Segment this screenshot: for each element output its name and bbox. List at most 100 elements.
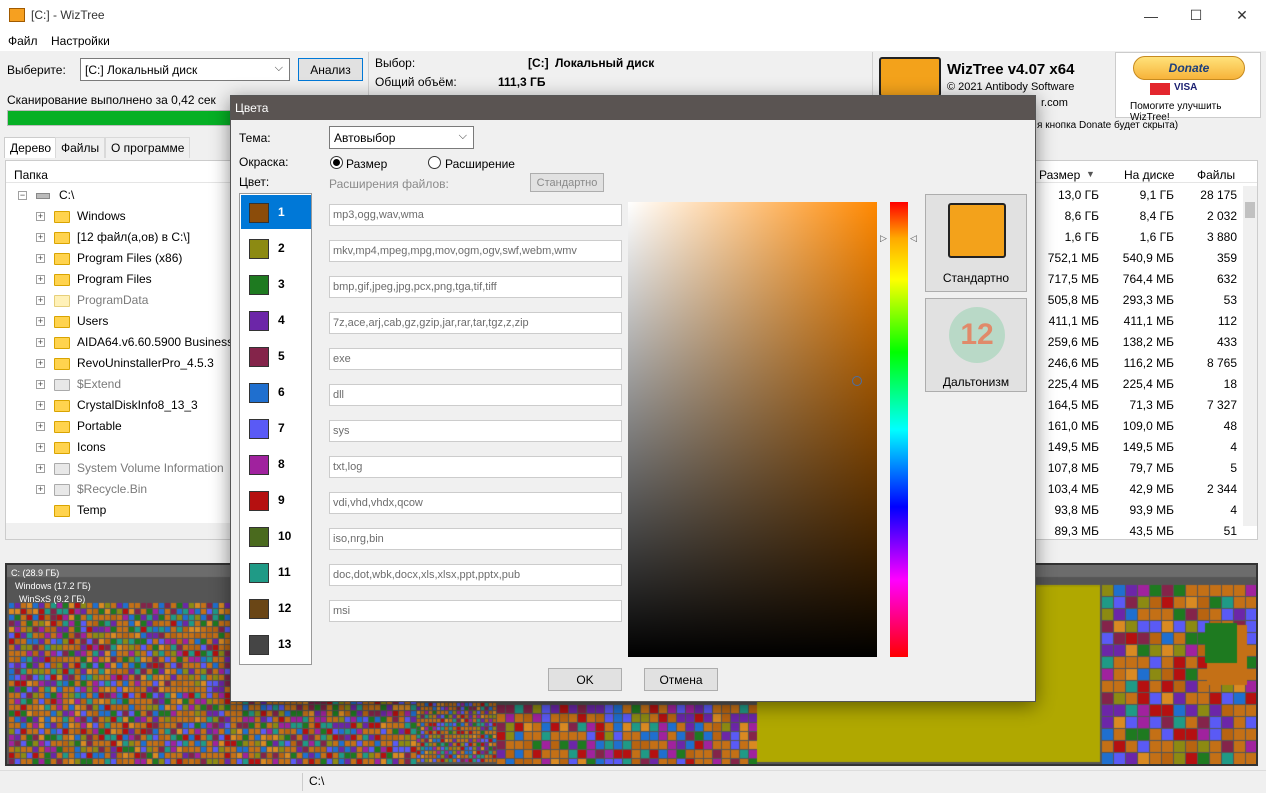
visa-icon: VISA (1174, 82, 1198, 93)
extensions-field-6[interactable]: dll (329, 384, 622, 406)
tab-files[interactable]: Файлы (55, 137, 106, 158)
extensions-field-8[interactable]: txt,log (329, 456, 622, 478)
extensions-field-9[interactable]: vdi,vhd,vhdx,qcow (329, 492, 622, 514)
hue-arrow-left-icon[interactable]: ▷ (880, 233, 887, 244)
extensions-field-12[interactable]: msi (329, 600, 622, 622)
hue-arrow-right-icon[interactable]: ◁ (910, 233, 917, 244)
color-swatch-11[interactable]: 11 (241, 555, 311, 589)
expand-icon[interactable]: + (36, 464, 45, 473)
color-swatch-7[interactable]: 7 (241, 411, 311, 445)
radio-size-label[interactable]: Размер (346, 157, 387, 171)
expand-icon[interactable]: + (36, 380, 45, 389)
swatch-color (249, 275, 269, 295)
expand-icon[interactable]: + (36, 422, 45, 431)
close-button[interactable]: ✕ (1219, 0, 1265, 31)
coloring-label: Окраска: (239, 155, 289, 169)
tab-about[interactable]: О программе (105, 137, 191, 158)
tree-row-label: System Volume Information (77, 461, 224, 475)
folder-icon (54, 484, 70, 496)
tree-row-label: Icons (77, 440, 106, 454)
expand-icon[interactable]: + (36, 212, 45, 221)
column-files[interactable]: Файлы (1197, 168, 1235, 182)
menu-file[interactable]: Файл (8, 34, 38, 48)
color-swatch-4[interactable]: 4 (241, 303, 311, 337)
tree-row-label: CrystalDiskInfo8_13_3 (77, 398, 198, 412)
cancel-button[interactable]: Отмена (644, 668, 718, 691)
expand-icon[interactable]: + (36, 443, 45, 452)
extensions-field-11[interactable]: doc,dot,wbk,docx,xls,xlsx,ppt,pptx,pub (329, 564, 622, 586)
picker-cursor[interactable] (852, 376, 862, 386)
expand-icon[interactable]: + (36, 485, 45, 494)
expand-icon[interactable]: + (36, 254, 45, 263)
collapse-icon[interactable]: − (18, 191, 27, 200)
extensions-field-3[interactable]: bmp,gif,jpeg,jpg,pcx,png,tga,tif,tiff (329, 276, 622, 298)
drive-select[interactable]: [C:] Локальный диск ⌵ (80, 58, 290, 81)
donate-button[interactable]: Donate (1133, 56, 1245, 80)
default-extensions-button[interactable]: Стандартно (530, 173, 604, 192)
color-swatch-12[interactable]: 12 (241, 591, 311, 625)
color-swatch-8[interactable]: 8 (241, 447, 311, 481)
scan-progress-fill (8, 111, 231, 125)
row-disk: 93,9 МБ (1129, 503, 1174, 517)
radio-extension[interactable] (428, 156, 441, 169)
chevron-down-icon: ⌵ (458, 130, 467, 142)
radio-size[interactable] (330, 156, 343, 169)
color-swatch-13[interactable]: 13 (241, 627, 311, 661)
menu-settings[interactable]: Настройки (51, 34, 110, 48)
tab-tree[interactable]: Дерево (4, 137, 58, 158)
color-swatch-6[interactable]: 6 (241, 375, 311, 409)
expand-icon[interactable]: + (36, 401, 45, 410)
color-swatch-3[interactable]: 3 (241, 267, 311, 301)
color-swatch-2[interactable]: 2 (241, 231, 311, 265)
hue-slider[interactable] (890, 202, 908, 657)
expand-icon[interactable]: + (36, 233, 45, 242)
folder-icon (54, 442, 70, 454)
scheme-default-label: Стандартно (942, 271, 1010, 285)
minimize-button[interactable]: — (1128, 0, 1174, 31)
scrollbar-thumb[interactable] (1245, 202, 1255, 218)
title-bar: [C:] - WizTree — ☐ ✕ (0, 0, 1266, 31)
expand-icon[interactable]: + (36, 359, 45, 368)
brand-title: WizTree v4.07 x64 (947, 61, 1075, 78)
extensions-field-2[interactable]: mkv,mp4,mpeg,mpg,mov,ogm,ogv,swf,webm,wm… (329, 240, 622, 262)
folder-icon (54, 379, 70, 391)
extensions-field-5[interactable]: exe (329, 348, 622, 370)
expand-icon[interactable]: + (36, 296, 45, 305)
row-size: 8,6 ГБ (1064, 209, 1099, 223)
ok-button[interactable]: OK (548, 668, 622, 691)
swatch-number: 13 (278, 637, 292, 651)
color-swatch-10[interactable]: 10 (241, 519, 311, 553)
extensions-field-4[interactable]: 7z,ace,arj,cab,gz,gzip,jar,rar,tar,tgz,z… (329, 312, 622, 334)
row-size: 149,5 МБ (1047, 440, 1099, 454)
folder-icon (54, 253, 70, 265)
scheme-colorblind-button[interactable]: 12 Дальтонизм (925, 298, 1027, 392)
color-swatch-1[interactable]: 1 (241, 195, 311, 229)
maximize-button[interactable]: ☐ (1173, 0, 1219, 31)
swatch-color (249, 239, 269, 259)
analyze-button[interactable]: Анализ (298, 58, 363, 81)
row-disk: 43,5 МБ (1129, 524, 1174, 538)
color-swatch-9[interactable]: 9 (241, 483, 311, 517)
scheme-default-button[interactable]: Стандартно (925, 194, 1027, 292)
tree-row-label: AIDA64.v6.60.5900 Business (77, 335, 234, 349)
color-swatch-5[interactable]: 5 (241, 339, 311, 373)
theme-select[interactable]: Автовыбор ⌵ (329, 126, 474, 149)
expand-icon[interactable]: + (36, 317, 45, 326)
color-picker-area[interactable] (628, 202, 877, 657)
extensions-field-7[interactable]: sys (329, 420, 622, 442)
vertical-scrollbar[interactable] (1243, 186, 1257, 526)
donate-panel[interactable]: Donate VISA Помогите улучшить WizTree! (1115, 52, 1261, 123)
expand-icon[interactable]: + (36, 338, 45, 347)
tree-row-label: $Recycle.Bin (77, 482, 148, 496)
tree-row-label: [12 файл(а,ов) в C:\] (77, 230, 191, 244)
radio-extension-label[interactable]: Расширение (445, 157, 515, 171)
extensions-field-1[interactable]: mp3,ogg,wav,wma (329, 204, 622, 226)
column-on-disk[interactable]: На диске (1124, 168, 1174, 182)
row-size: 752,1 МБ (1047, 251, 1099, 265)
column-size[interactable]: Размер (1039, 168, 1080, 182)
expand-icon[interactable]: + (36, 275, 45, 284)
column-folder[interactable]: Папка (14, 168, 48, 182)
extensions-field-10[interactable]: iso,nrg,bin (329, 528, 622, 550)
sort-desc-icon: ▼ (1086, 169, 1095, 179)
row-disk: 1,6 ГБ (1139, 230, 1174, 244)
